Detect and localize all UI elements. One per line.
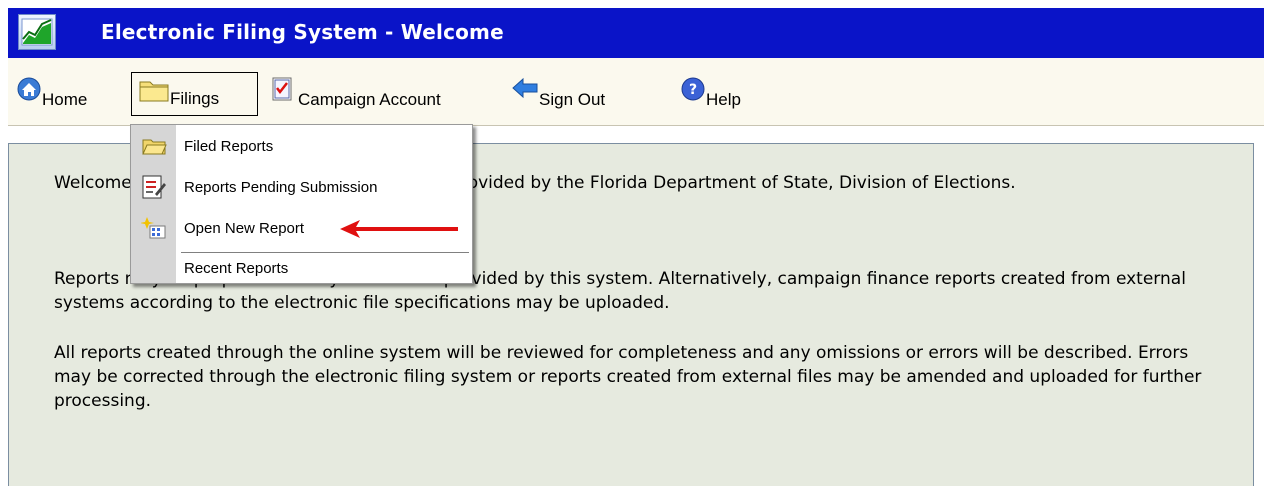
new-report-icon (140, 215, 167, 241)
checklist-icon (270, 76, 294, 102)
menu-item-reports-pending-submission[interactable]: Reports Pending Submission (131, 168, 472, 206)
menu-item-label: Filed Reports (184, 137, 274, 155)
menu-item-filed-reports[interactable]: Filed Reports (131, 127, 472, 165)
nav-filings[interactable]: Filings (131, 72, 258, 116)
title-bar: Electronic Filing System - Welcome (8, 8, 1264, 58)
nav-filings-label: Filings (170, 89, 220, 108)
nav-sign-out[interactable]: Sign Out (511, 72, 605, 116)
nav-sign-out-label: Sign Out (539, 90, 606, 109)
nav-help[interactable]: ? Help (680, 72, 741, 116)
review-paragraph: All reports created through the online s… (54, 343, 1202, 411)
nav-home-label: Home (42, 90, 88, 109)
window-title: Electronic Filing System - Welcome (101, 20, 504, 44)
nav-campaign-account[interactable]: Campaign Account (270, 72, 441, 116)
nav-campaign-account-label: Campaign Account (298, 90, 441, 109)
edit-document-icon (141, 174, 167, 200)
svg-text:?: ? (689, 82, 697, 98)
nav-home[interactable]: Home (16, 72, 87, 116)
menu-item-label: Reports Pending Submission (184, 178, 378, 196)
open-folder-icon (141, 133, 167, 159)
menu-item-label: Open New Report (184, 219, 305, 237)
navigation-bar: Home Filings Campaign Account Sign Out ?… (8, 58, 1264, 126)
back-arrow-icon (511, 76, 539, 100)
help-icon: ? (680, 76, 706, 102)
app-logo-icon (18, 14, 56, 50)
folder-icon (138, 77, 170, 103)
red-arrow-annotation-icon (340, 220, 458, 238)
filings-dropdown-menu: Filed Reports Reports Pending Submission (130, 124, 473, 284)
menu-item-label: Recent Reports (184, 259, 289, 277)
menu-item-recent-reports[interactable]: Recent Reports (131, 253, 472, 283)
home-icon (16, 76, 42, 102)
nav-help-label: Help (706, 90, 741, 109)
